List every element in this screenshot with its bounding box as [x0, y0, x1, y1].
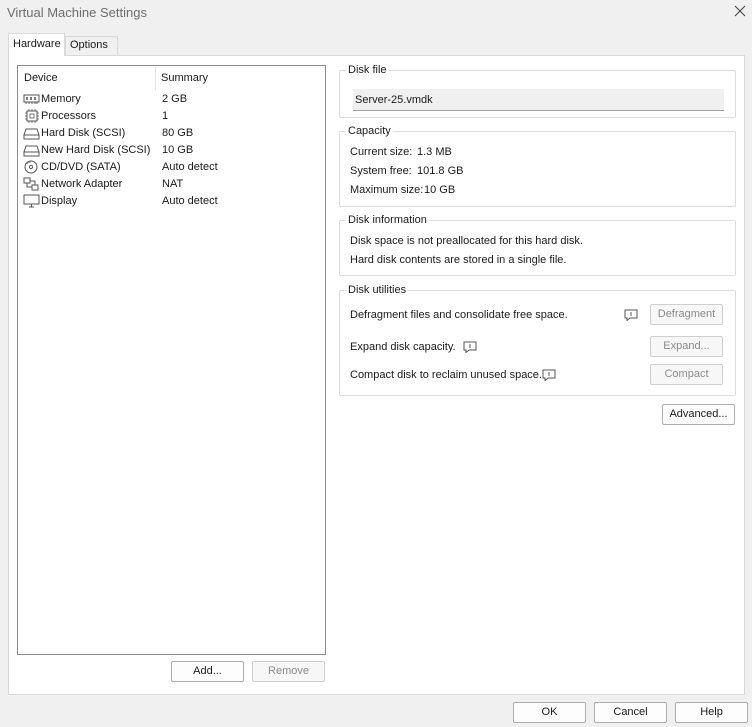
system-free-value: 101.8 GB: [417, 165, 464, 177]
device-summary: NAT: [162, 178, 184, 190]
device-row-new-hard-disk-scsi[interactable]: New Hard Disk (SCSI) 10 GB: [18, 142, 325, 159]
device-name: New Hard Disk (SCSI): [41, 144, 151, 156]
device-summary: 10 GB: [162, 144, 194, 156]
disk-utilities-label: Disk utilities: [346, 284, 409, 296]
device-name: CD/DVD (SATA): [41, 161, 121, 173]
device-row-display[interactable]: Display Auto detect: [18, 193, 325, 210]
title-bar: Virtual Machine Settings: [0, 0, 752, 28]
disk-information-label: Disk information: [346, 214, 429, 226]
device-summary: 1: [162, 110, 169, 122]
info-icon[interactable]: [624, 309, 638, 321]
disk-information-group: Disk information Disk space is not preal…: [339, 214, 736, 276]
summary-column-header[interactable]: Summary: [161, 72, 208, 84]
cd-dvd-icon: [24, 160, 38, 174]
defragment-description: Defragment files and consolidate free sp…: [350, 309, 568, 321]
info-icon[interactable]: [463, 341, 477, 353]
device-name: Hard Disk (SCSI): [41, 127, 126, 139]
tab-hardware[interactable]: Hardware: [8, 33, 65, 56]
help-button[interactable]: Help: [675, 702, 748, 723]
display-icon: [23, 194, 40, 208]
remove-device-button[interactable]: Remove: [252, 661, 325, 682]
tab-options[interactable]: Options: [65, 36, 118, 56]
memory-icon: [23, 94, 40, 104]
device-name: Display: [41, 195, 78, 207]
device-summary: 80 GB: [162, 127, 194, 139]
device-row-hard-disk-scsi[interactable]: Hard Disk (SCSI) 80 GB: [18, 125, 325, 142]
close-icon[interactable]: [732, 3, 748, 19]
column-separator: [155, 66, 156, 90]
disk-file-field[interactable]: [353, 89, 724, 111]
device-name: Processors: [41, 110, 97, 122]
system-free-label: System free:: [350, 165, 412, 177]
device-row-network-adapter[interactable]: Network Adapter NAT: [18, 176, 325, 193]
advanced-button[interactable]: Advanced...: [662, 404, 735, 425]
current-size-label: Current size:: [350, 146, 413, 158]
info-icon[interactable]: [542, 369, 556, 381]
device-row-cd-dvd[interactable]: CD/DVD (SATA) Auto detect: [18, 159, 325, 176]
capacity-label: Capacity: [346, 125, 393, 137]
network-adapter-icon: [23, 177, 39, 191]
expand-button[interactable]: Expand...: [650, 336, 723, 357]
device-summary: Auto detect: [162, 195, 218, 207]
capacity-group: Capacity Current size: 1.3 MB System fre…: [339, 125, 736, 207]
maximum-size-label: Maximum size:: [350, 184, 424, 196]
compact-description: Compact disk to reclaim unused space.: [350, 369, 542, 381]
device-column-header[interactable]: Device: [24, 72, 58, 84]
expand-description: Expand disk capacity.: [350, 341, 456, 353]
device-summary: Auto detect: [162, 161, 218, 173]
device-list-header: Device Summary: [18, 66, 325, 90]
hard-disk-icon: [23, 128, 40, 140]
disk-info-line-2: Hard disk contents are stored in a singl…: [350, 254, 567, 266]
device-list[interactable]: Device Summary Memory 2 GB Processors 1 …: [17, 65, 326, 655]
device-name: Memory: [41, 93, 81, 105]
cancel-button[interactable]: Cancel: [594, 702, 667, 723]
current-size-value: 1.3 MB: [417, 146, 452, 158]
device-name: Network Adapter: [41, 178, 123, 190]
window-title: Virtual Machine Settings: [7, 5, 147, 20]
disk-utilities-group: Disk utilities Defragment files and cons…: [339, 284, 736, 396]
device-row-memory[interactable]: Memory 2 GB: [18, 91, 325, 108]
device-summary: 2 GB: [162, 93, 188, 105]
hard-disk-icon: [23, 145, 40, 157]
add-device-button[interactable]: Add...: [171, 661, 244, 682]
processor-icon: [25, 109, 39, 123]
disk-file-group: Disk file: [339, 64, 736, 118]
device-row-processors[interactable]: Processors 1: [18, 108, 325, 125]
disk-file-label: Disk file: [346, 64, 389, 76]
disk-info-line-1: Disk space is not preallocated for this …: [350, 235, 583, 247]
compact-button[interactable]: Compact: [650, 364, 723, 385]
maximum-size-value: 10 GB: [424, 184, 456, 196]
defragment-button[interactable]: Defragment: [650, 304, 723, 325]
ok-button[interactable]: OK: [513, 702, 586, 723]
